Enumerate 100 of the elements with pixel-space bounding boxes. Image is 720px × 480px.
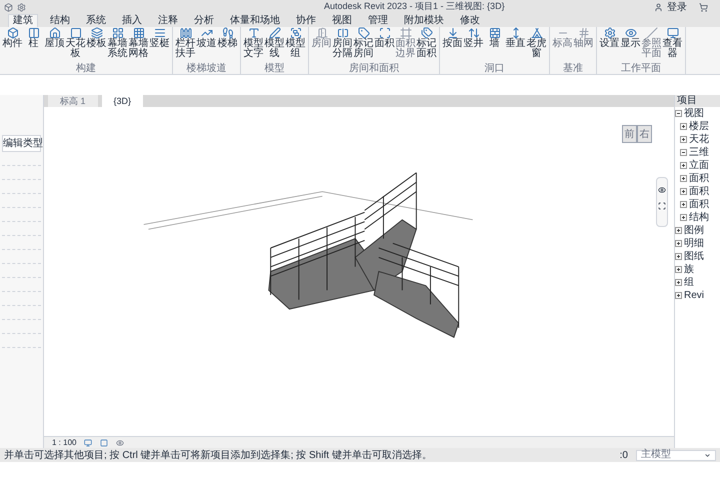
expand-toggle-icon[interactable] — [680, 136, 687, 143]
opening-icon — [446, 27, 458, 39]
menu-tab[interactable]: 结构 — [46, 15, 74, 27]
ribbon-button[interactable]: 柱 — [23, 27, 44, 63]
ribbon-button[interactable]: 栏杆扶手 — [175, 27, 196, 63]
ribbon-button[interactable]: 幕墙网格 — [128, 27, 149, 63]
menu-tab[interactable]: 系统 — [82, 15, 110, 27]
ribbon-button[interactable]: 模型文字 — [243, 27, 264, 63]
cart-icon[interactable] — [699, 2, 708, 12]
visibility-icon[interactable] — [116, 438, 124, 446]
panel-title: 项目 — [675, 95, 720, 107]
edit-type-button[interactable]: 编辑类型 — [2, 135, 41, 152]
grid-icon — [578, 27, 590, 39]
ribbon-button[interactable]: 天花板 — [65, 27, 86, 63]
expand-toggle-icon[interactable] — [680, 188, 687, 195]
boundary-icon — [400, 27, 412, 39]
tree-item[interactable]: Revi — [684, 289, 704, 302]
ribbon-group-label: 工作平面 — [620, 63, 662, 74]
cube-face[interactable]: 右 — [637, 125, 652, 143]
ribbon-button[interactable]: 楼梯 — [217, 27, 238, 63]
ribbon-button[interactable]: 垂直 — [505, 27, 526, 63]
expand-toggle-icon[interactable] — [680, 162, 687, 169]
expand-toggle-icon[interactable] — [680, 201, 687, 208]
ribbon-group-label: 房间和面积 — [348, 63, 400, 74]
menu-tab[interactable]: 管理 — [364, 15, 392, 27]
text-icon — [248, 27, 260, 39]
ribbon-button[interactable]: 楼板 — [86, 27, 107, 63]
area-icon — [378, 27, 390, 39]
expand-toggle-icon[interactable] — [680, 175, 687, 182]
user-icon[interactable] — [654, 2, 663, 12]
floor-icon — [90, 27, 102, 39]
expand-toggle-icon[interactable] — [675, 266, 682, 273]
ribbon-button[interactable]: 模型组 — [285, 27, 306, 63]
ribbon-button[interactable]: 模型线 — [264, 27, 285, 63]
wall-icon — [488, 27, 500, 39]
tree-item[interactable]: 视图 — [684, 107, 704, 120]
menu-tab[interactable]: 视图 — [328, 15, 356, 27]
tree-item[interactable]: 图例 — [684, 224, 704, 237]
tree-item[interactable]: 面积 — [689, 185, 709, 198]
cube-face[interactable]: 前 — [622, 125, 637, 143]
ribbon-button[interactable]: 幕墙系统 — [107, 27, 128, 63]
mullion-icon — [154, 27, 166, 39]
tree-item[interactable]: 三维 — [689, 146, 709, 159]
view-tab[interactable]: {3D} — [102, 95, 144, 107]
menu-tab[interactable]: 插入 — [118, 15, 146, 27]
zoom-icon[interactable] — [658, 202, 666, 210]
expand-toggle-icon[interactable] — [675, 227, 682, 234]
expand-toggle-icon[interactable] — [675, 292, 682, 299]
expand-toggle-icon[interactable] — [675, 253, 682, 260]
collapse-toggle-icon[interactable] — [680, 149, 687, 156]
tree-item[interactable]: 图纸 — [684, 250, 704, 263]
ribbon-button[interactable]: 标记房间 — [353, 27, 374, 63]
tree-item[interactable]: 立面 — [689, 159, 709, 172]
tree-item[interactable]: 天花 — [689, 133, 709, 146]
view-cube[interactable]: 前 右 — [622, 125, 652, 143]
tree-item[interactable]: 楼层 — [689, 120, 709, 133]
ribbon-button[interactable]: 面积 — [374, 27, 395, 63]
menu-tab[interactable]: 体量和场地 — [226, 15, 284, 27]
ribbon-button[interactable]: 老虎窗 — [526, 27, 547, 63]
tree-item[interactable]: 结构 — [689, 211, 709, 224]
ribbon-button[interactable]: 竖梃 — [149, 27, 170, 63]
ribbon-button[interactable]: 标记面积 — [416, 27, 437, 63]
menu-tab[interactable]: 协作 — [292, 15, 320, 27]
ribbon-button[interactable]: 坡道 — [196, 27, 217, 63]
cube-icon — [6, 27, 18, 39]
tree-item[interactable]: 面积 — [689, 172, 709, 185]
collapse-toggle-icon[interactable] — [675, 110, 682, 117]
expand-toggle-icon[interactable] — [675, 240, 682, 247]
ribbon-button[interactable]: 房间分隔 — [332, 27, 353, 63]
sign-in-link[interactable]: 登录 — [667, 0, 687, 14]
menu-tab[interactable]: 注释 — [154, 15, 182, 27]
view-tab[interactable]: 标高 1 — [48, 95, 98, 107]
tree-item[interactable]: 组 — [684, 276, 694, 289]
tree-item[interactable]: 明细 — [684, 237, 704, 250]
settings-icon[interactable] — [17, 2, 26, 12]
menu-tab[interactable]: 建筑 — [8, 14, 38, 27]
ribbon-button[interactable]: 查看器 — [662, 27, 683, 63]
expand-toggle-icon[interactable] — [675, 279, 682, 286]
ribbon-button[interactable]: 屋顶 — [44, 27, 65, 63]
ribbon-button[interactable]: 显示 — [620, 27, 641, 63]
ribbon-button[interactable]: 竖井 — [463, 27, 484, 63]
ribbon-button[interactable]: 设置 — [599, 27, 620, 63]
model-dropdown[interactable]: 主模型 — [636, 450, 716, 460]
expand-toggle-icon[interactable] — [680, 123, 687, 130]
visual-style-icon[interactable] — [100, 438, 108, 446]
menu-tab[interactable]: 分析 — [190, 15, 218, 27]
tree-item[interactable]: 面积 — [689, 198, 709, 211]
ribbon-button[interactable]: 构件 — [2, 27, 23, 63]
status-message: 并单击可选择其他项目; 按 Ctrl 键并单击可将新项目添加到选择集; 按 Shift 键并单击可取消选择。 — [4, 448, 432, 462]
railing-icon — [180, 27, 192, 39]
line-icon — [268, 27, 280, 39]
menu-tab[interactable]: 修改 — [456, 15, 484, 27]
menu-tab[interactable]: 附加模块 — [400, 15, 448, 27]
detail-level-icon[interactable] — [84, 438, 92, 446]
expand-toggle-icon[interactable] — [680, 214, 687, 221]
scale-label[interactable]: 1 : 100 — [52, 436, 76, 448]
ribbon-button[interactable]: 墙 — [484, 27, 505, 63]
tree-item[interactable]: 族 — [684, 263, 694, 276]
ribbon-button[interactable]: 按面 — [442, 27, 463, 63]
window-title: Autodesk Revit 2023 - 项目1 - 三维视图: {3D} — [324, 0, 506, 14]
